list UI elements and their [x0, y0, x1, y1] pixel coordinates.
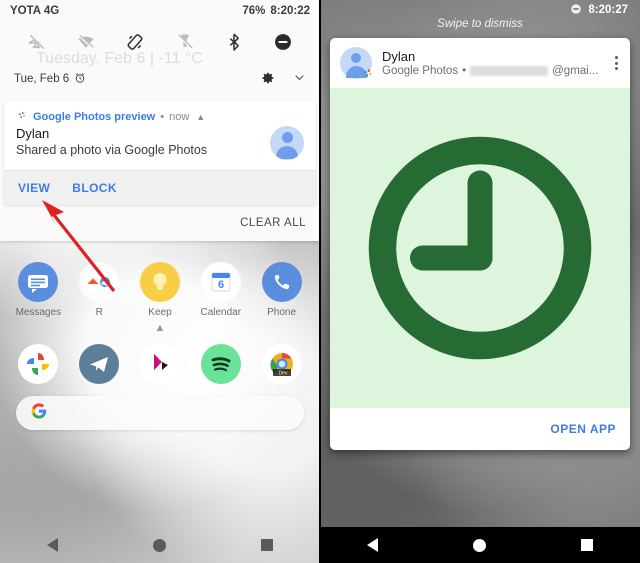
auto-rotate-icon[interactable]	[124, 31, 146, 53]
chevron-up-icon[interactable]: ▲	[196, 112, 205, 122]
search-bar[interactable]	[16, 396, 304, 430]
wifi-off-icon[interactable]	[75, 31, 97, 53]
battery-percent: 76%	[242, 5, 266, 17]
app-folder-r[interactable]: R	[72, 262, 126, 318]
notification-card[interactable]: Google Photos preview • now ▲ Dylan Shar…	[4, 102, 316, 205]
app-calendar[interactable]: 6 Calendar	[194, 262, 248, 318]
calendar-icon: 6	[200, 262, 241, 302]
app-label: Keep	[148, 307, 172, 318]
keep-icon	[139, 262, 180, 302]
avatar	[340, 47, 372, 79]
airplane-mode-icon[interactable]	[26, 31, 48, 53]
gear-icon[interactable]	[261, 71, 275, 88]
clock-image	[330, 88, 630, 408]
nav-back-button[interactable]	[47, 538, 59, 552]
heads-up-app-name: Google Photos	[382, 65, 459, 78]
app-label: Messages	[15, 307, 62, 318]
heads-up-subtitle: Google Photos • @gmai...	[382, 65, 607, 77]
svg-text:Dev: Dev	[278, 371, 287, 377]
nav-recents-button[interactable]	[580, 539, 593, 551]
dock-row: Dev	[0, 334, 320, 384]
left-navbar	[0, 527, 320, 563]
nav-home-button[interactable]	[152, 538, 166, 552]
dock-play-music[interactable]	[139, 344, 180, 384]
quick-settings-meta: Tuesday, Feb 6 | -11 °C Tue, Feb 6	[0, 50, 320, 96]
app-messages[interactable]: Messages	[11, 262, 65, 318]
dock-chrome-dev[interactable]: Dev	[261, 344, 302, 384]
app-keep[interactable]: Keep	[133, 262, 187, 318]
notification-actions: VIEW BLOCK	[4, 170, 316, 205]
status-clock: 8:20:27	[588, 4, 628, 16]
right-navbar	[320, 527, 640, 563]
status-bar: 8:20:27	[320, 0, 640, 20]
dock-telegram[interactable]	[79, 344, 120, 384]
app-label: Phone	[267, 307, 297, 318]
left-phone-screen: Messages R Keep 6 Calendar Phone ▲ Dev Y…	[0, 0, 320, 563]
right-phone-screen: ▲ Dev	[320, 0, 640, 563]
nav-home-button[interactable]	[472, 538, 486, 552]
panel-divider	[319, 0, 321, 563]
notification-subtitle: Shared a photo via Google Photos	[16, 143, 208, 157]
flashlight-off-icon[interactable]	[174, 31, 196, 53]
heads-up-separator: •	[462, 65, 467, 78]
notification-title: Dylan	[16, 126, 50, 141]
notification-shade: YOTA 4G 76% 8:20:22 Tuesday, Feb 6 | -11…	[0, 0, 320, 241]
app-phone[interactable]: Phone	[255, 262, 309, 318]
google-photos-icon	[361, 66, 375, 80]
notification-time: now	[169, 110, 190, 123]
redacted-email	[470, 66, 549, 77]
view-button[interactable]: VIEW	[18, 181, 50, 195]
swipe-to-dismiss-hint: Swipe to dismiss	[437, 18, 523, 30]
nav-recents-button[interactable]	[260, 539, 273, 551]
messages-icon	[18, 262, 59, 302]
heads-up-header: Dylan Google Photos • @gmai...	[330, 38, 630, 88]
block-button[interactable]: BLOCK	[72, 181, 117, 195]
dock-spotify[interactable]	[200, 344, 241, 384]
heads-up-notification[interactable]: Dylan Google Photos • @gmai... OPEN APP	[330, 38, 630, 450]
status-clock: 8:20:22	[270, 5, 310, 17]
svg-text:6: 6	[218, 279, 224, 291]
alarm-icon	[74, 72, 86, 87]
quick-settings-row	[0, 22, 320, 62]
heads-up-footer: OPEN APP	[330, 408, 630, 450]
bluetooth-icon[interactable]	[223, 31, 245, 53]
google-g-icon	[30, 402, 48, 425]
chevron-down-icon[interactable]	[293, 71, 306, 87]
home-screen: Messages R Keep 6 Calendar Phone ▲ Dev	[0, 252, 320, 563]
page-indicator-icon[interactable]: ▲	[0, 322, 320, 334]
carrier-label: YOTA 4G	[10, 5, 60, 17]
heads-up-title: Dylan	[382, 48, 416, 64]
status-bar: YOTA 4G 76% 8:20:22	[0, 0, 320, 22]
folder-icon	[79, 262, 120, 302]
nav-back-button[interactable]	[367, 538, 379, 552]
do-not-disturb-icon[interactable]	[272, 31, 294, 53]
notification-separator: •	[160, 110, 165, 123]
kebab-menu-icon[interactable]	[607, 52, 620, 74]
app-label: R	[95, 307, 103, 318]
notification-body: Dylan Shared a photo via Google Photos	[4, 126, 316, 170]
avatar	[270, 126, 304, 160]
do-not-disturb-icon	[570, 3, 582, 18]
app-label: Calendar	[200, 307, 242, 318]
notification-header: Google Photos preview • now ▲	[4, 102, 316, 126]
notification-app-name: Google Photos preview	[33, 110, 156, 123]
qs-date-label: Tue, Feb 6	[14, 73, 70, 85]
open-app-button[interactable]: OPEN APP	[550, 422, 616, 436]
google-photos-icon	[16, 109, 28, 124]
phone-icon	[261, 262, 302, 302]
dock-google-photos[interactable]	[18, 344, 59, 384]
email-suffix: @gmai...	[552, 65, 599, 78]
app-row: Messages R Keep 6 Calendar Phone	[0, 252, 320, 318]
screenshot-root: Messages R Keep 6 Calendar Phone ▲ Dev Y…	[0, 0, 640, 563]
qs-date: Tue, Feb 6	[14, 72, 86, 87]
clear-all-button[interactable]: CLEAR ALL	[0, 205, 320, 241]
